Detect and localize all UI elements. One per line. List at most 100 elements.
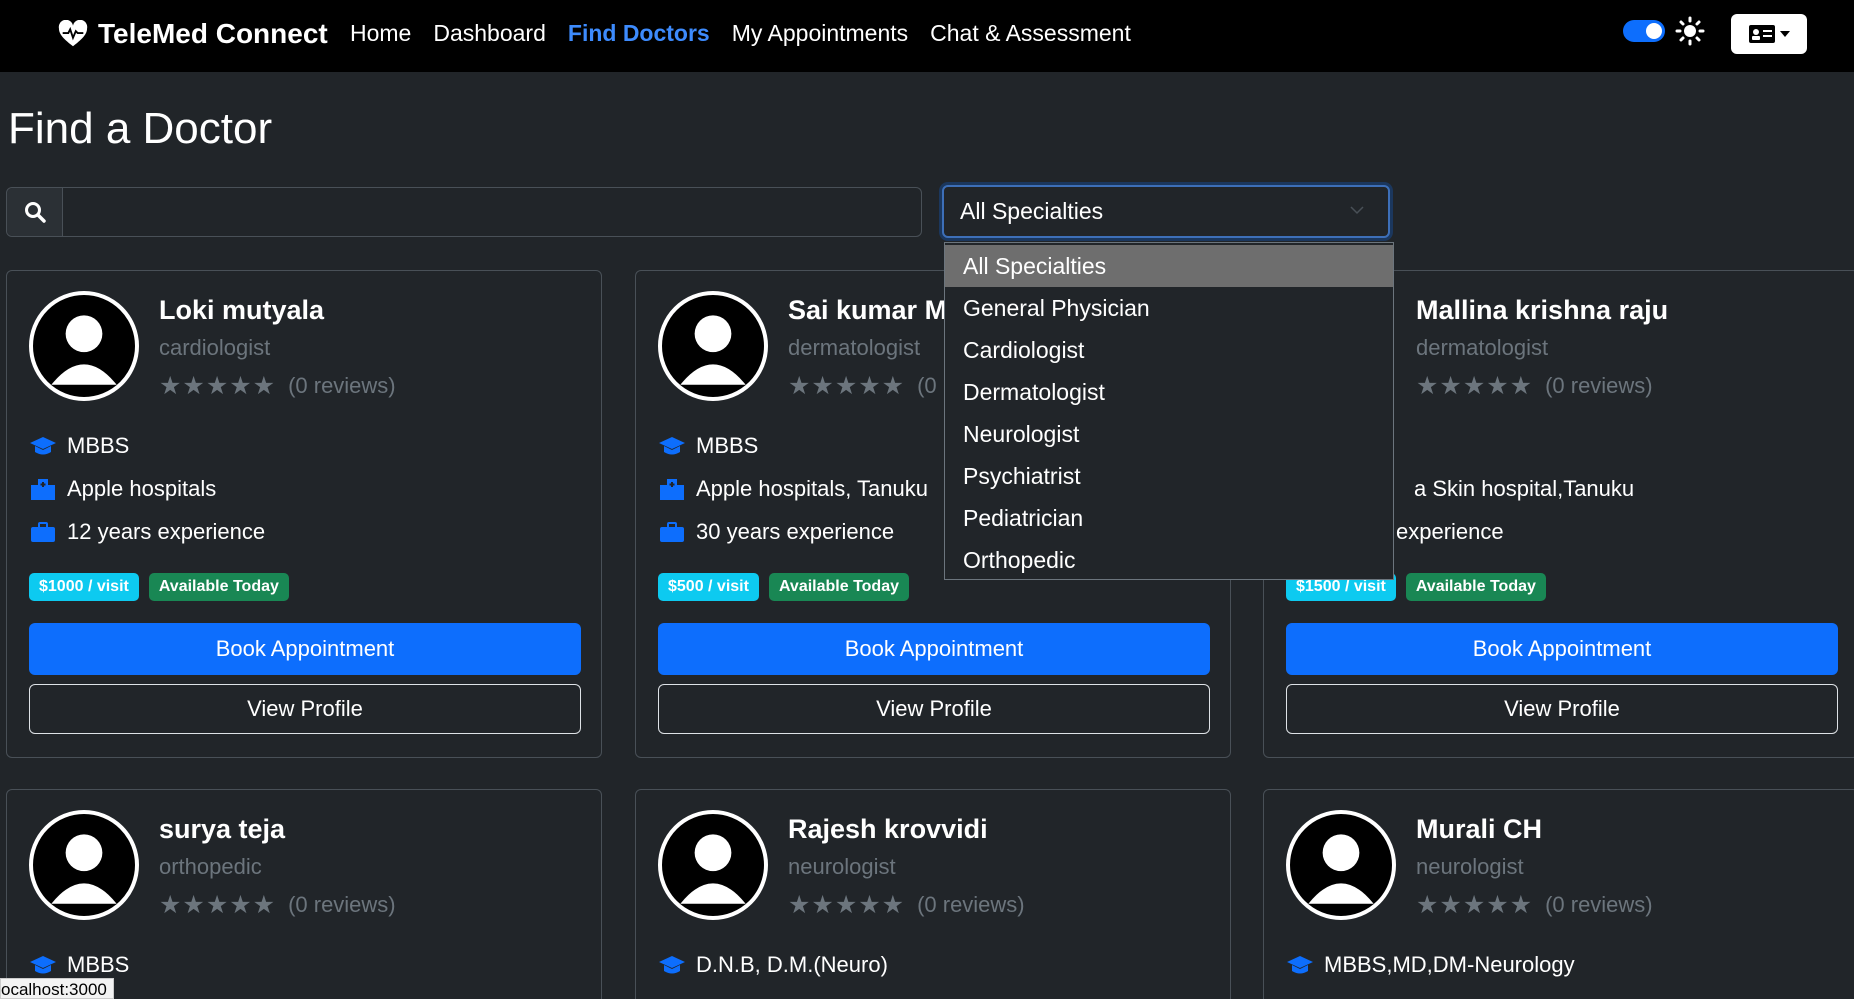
specialty-option-dermatologist[interactable]: Dermatologist [945,371,1393,413]
doctor-specialty: dermatologist [788,335,921,360]
search-input[interactable] [63,188,921,236]
specialty-option-pediatrician[interactable]: Pediatrician [945,497,1393,539]
doctor-card: surya teja orthopedic ★★★★★ (0 reviews) … [6,789,602,999]
user-menu-button[interactable] [1731,14,1807,54]
doctor-name: Loki mutyala [159,295,325,325]
experience: experience [1396,519,1504,544]
badges: $500 / visit Available Today [658,573,909,601]
doctor-name: surya teja [159,814,286,844]
book-appointment-button[interactable]: Book Appointment [1286,623,1838,675]
badges: $1000 / visit Available Today [29,573,289,601]
doctor-name: Mallina krishna raju [1416,295,1669,325]
heart-pulse-icon [58,20,88,47]
user-avatar-icon [51,834,117,904]
review-count: (0 reviews) [917,892,1025,917]
doctor-specialty: dermatologist [1416,335,1549,360]
view-profile-button[interactable]: View Profile [658,684,1210,734]
book-appointment-button[interactable]: Book Appointment [29,623,581,675]
search-addon [7,188,63,236]
specialty-option-general-physician[interactable]: General Physician [945,287,1393,329]
qualification-row: D.N.B, D.M.(Neuro) [658,952,888,978]
graduation-cap-icon [30,437,56,455]
id-card-icon [1749,25,1775,43]
star-icon: ★★★★★ [1416,891,1534,919]
doctor-specialty: orthopedic [159,854,262,879]
doctor-rating: ★★★★★ (0 reviews) [159,371,396,401]
avatar [658,291,768,401]
nav-find-doctors[interactable]: Find Doctors [568,20,710,47]
avatar [658,810,768,920]
doctor-specialty: neurologist [788,854,896,879]
graduation-cap-icon [1287,956,1313,974]
search-group [6,187,922,237]
qualification: MBBS,MD,DM-Neurology [1324,952,1575,977]
qualification-row: MBBS [658,433,758,459]
theme-toggle[interactable] [1623,20,1665,42]
experience: 30 years experience [696,519,895,544]
doctor-rating: ★★★★★ (0 reviews) [159,890,396,920]
briefcase-icon [31,522,55,542]
doctor-name: Murali CH [1416,814,1543,844]
qualification: D.N.B, D.M.(Neuro) [696,952,888,977]
star-icon: ★★★★★ [788,891,906,919]
doctor-rating: ★★★★★ (0 reviews) [1416,890,1653,920]
nav-home[interactable]: Home [350,20,411,47]
availability-badge: Available Today [1405,573,1546,601]
experience-row: experience [1396,519,1504,545]
doctor-name: Rajesh krovvidi [788,814,988,844]
caret-down-icon [1780,31,1790,37]
specialty-option-orthopedic[interactable]: Orthopedic [945,539,1393,581]
brand-name: TeleMed Connect [98,18,328,49]
nav-dashboard[interactable]: Dashboard [433,20,546,47]
graduation-cap-icon [659,437,685,455]
view-profile-button[interactable]: View Profile [29,684,581,734]
specialty-option-neurologist[interactable]: Neurologist [945,413,1393,455]
hospital-icon [660,479,684,500]
star-icon: ★★★★★ [159,891,277,919]
qualification: MBBS [696,433,759,458]
search-icon [24,202,46,223]
fee-badge: $500 / visit [658,573,759,601]
user-avatar-icon [51,315,117,385]
hospital-row: a Skin hospital,Tanuku [1414,476,1634,502]
hospital: Apple hospitals [67,476,217,501]
availability-badge: Available Today [768,573,909,601]
nav-my-appointments[interactable]: My Appointments [732,20,908,47]
specialty-select[interactable]: All Specialties [942,185,1390,238]
graduation-cap-icon [659,956,685,974]
book-appointment-button[interactable]: Book Appointment [658,623,1210,675]
doctor-rating: ★★★★★ (0 [788,371,937,401]
qualification-row: MBBS [29,952,129,978]
doctor-specialty: neurologist [1416,854,1524,879]
brand[interactable]: TeleMed Connect [58,18,328,50]
view-profile-button[interactable]: View Profile [1286,684,1838,734]
hospital-icon [31,479,55,500]
hospital-row: Apple hospitals [29,476,216,502]
sun-icon [1675,16,1705,46]
qualification-row: MBBS,MD,DM-Neurology [1286,952,1575,978]
avatar [29,291,139,401]
specialty-option-cardiologist[interactable]: Cardiologist [945,329,1393,371]
hospital: a Skin hospital,Tanuku [1414,476,1635,501]
star-icon: ★★★★★ [788,372,906,400]
doctor-rating: ★★★★★ (0 reviews) [788,890,1025,920]
qualification: MBBS [67,433,130,458]
availability-badge: Available Today [148,573,289,601]
review-count: (0 [917,373,937,398]
chevron-down-icon [1350,206,1364,215]
page-title: Find a Doctor [8,104,273,153]
nav-chat-assessment[interactable]: Chat & Assessment [930,20,1131,47]
hospital-row: Apple hospitals, Tanuku [658,476,928,502]
specialty-option-psychiatrist[interactable]: Psychiatrist [945,455,1393,497]
specialty-dropdown: All Specialties General Physician Cardio… [944,242,1394,580]
user-avatar-icon [680,315,746,385]
user-avatar-icon [1308,834,1374,904]
qualification: MBBS [67,952,130,977]
specialty-option-all[interactable]: All Specialties [945,245,1393,287]
briefcase-icon [660,522,684,542]
review-count: (0 reviews) [288,373,396,398]
avatar [29,810,139,920]
review-count: (0 reviews) [288,892,396,917]
user-avatar-icon [680,834,746,904]
experience-row: 12 years experience [29,519,265,545]
